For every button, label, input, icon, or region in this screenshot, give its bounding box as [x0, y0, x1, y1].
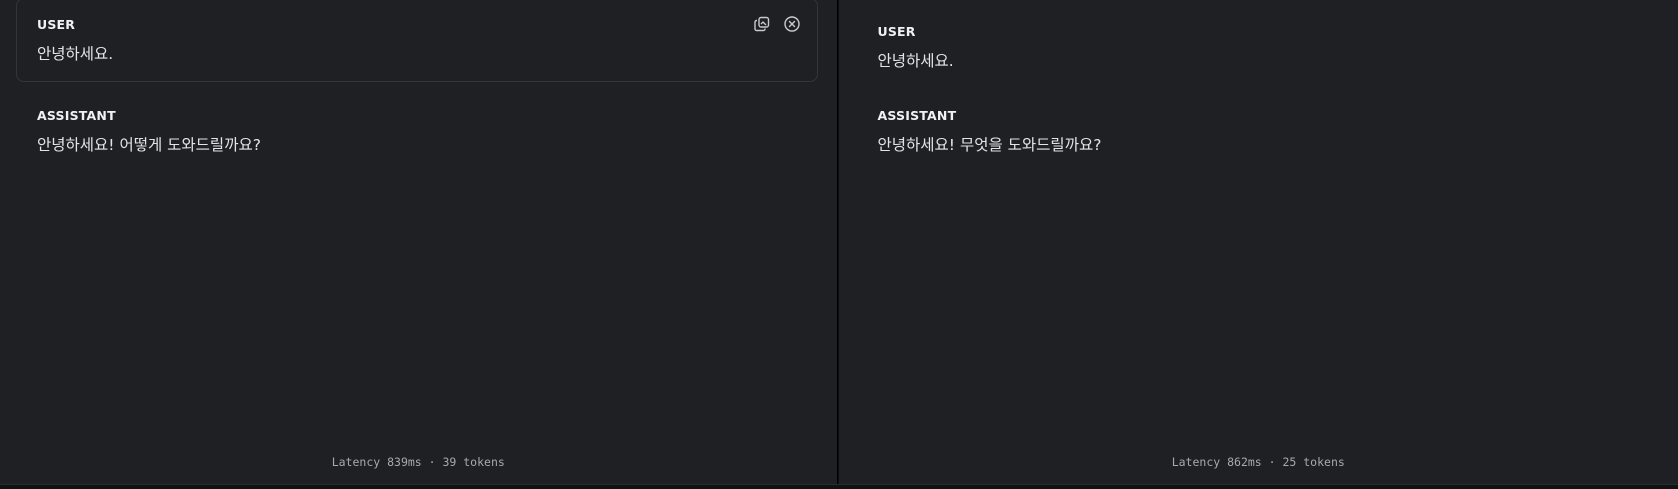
assistant-message-text: 안녕하세요! 어떻게 도와드릴까요? — [37, 136, 261, 154]
bottom-divider — [0, 484, 1678, 489]
assistant-role-label: ASSISTANT — [877, 108, 957, 123]
user-role-label: USER — [37, 17, 76, 32]
user-message-text: 안녕하세요. — [877, 52, 954, 70]
user-role-label: USER — [877, 24, 916, 39]
close-circle-icon[interactable] — [783, 15, 801, 33]
user-message-text: 안녕하세요. — [37, 45, 114, 63]
assistant-message-text: 안녕하세요! 무엇을 도와드릴까요? — [877, 136, 1102, 154]
user-message[interactable]: USER 안녕하세요. — [16, 0, 818, 82]
assistant-role-label: ASSISTANT — [37, 108, 116, 123]
chat-pane-left: USER 안녕하세요. ASSISTANT 안녕하세요! 어떻게 도와드릴까요?… — [0, 0, 837, 485]
copy-icon[interactable] — [753, 15, 771, 33]
message-actions — [753, 15, 801, 33]
latency-footer: Latency 862ms · 25 tokens — [1171, 455, 1345, 469]
comparison-view: USER 안녕하세요. ASSISTANT 안녕하세요! 어떻게 도와드릴까요?… — [0, 0, 1678, 489]
latency-footer: Latency 839ms · 39 tokens — [331, 455, 505, 469]
chat-pane-right: USER 안녕하세요. ASSISTANT 안녕하세요! 무엇을 도와드릴까요?… — [839, 0, 1678, 485]
